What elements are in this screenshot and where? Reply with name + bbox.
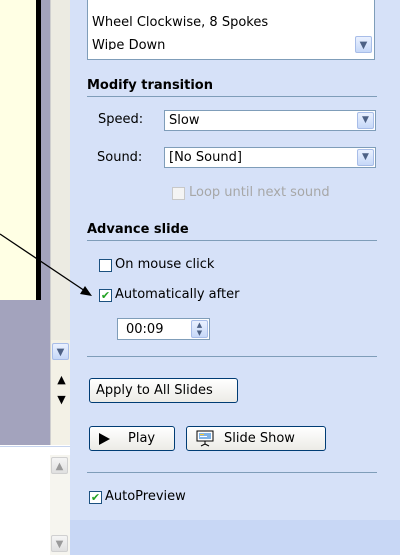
annotation-arrow — [0, 233, 92, 296]
